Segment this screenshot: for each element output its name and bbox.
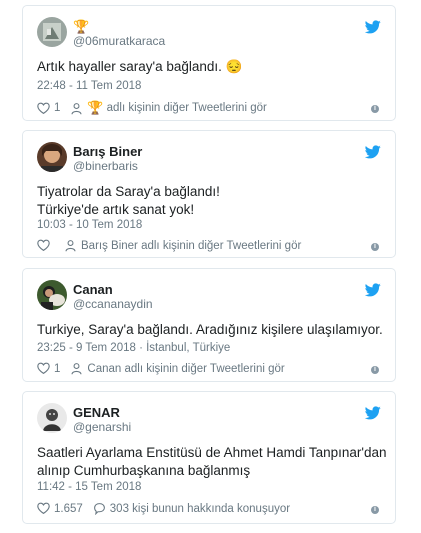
author-handle[interactable]: @binerbaris [73, 159, 138, 173]
twitter-bird-icon[interactable] [365, 145, 381, 159]
author-handle[interactable]: @genarshi [73, 420, 131, 434]
author-name[interactable]: 🏆 [73, 19, 89, 35]
tweet-line: Turkiye, Saray'a bağlandı. Aradığınız ki… [37, 322, 383, 337]
tweet-card: Canan @ccananaydin Turkiye, Saray'a bağl… [22, 268, 396, 382]
heart-icon[interactable] [37, 239, 50, 252]
replies-link[interactable]: 303 kişi bunun hakkında konuşuyor [110, 503, 290, 515]
author-name[interactable]: Canan [73, 282, 113, 297]
avatar[interactable] [37, 142, 67, 172]
info-icon[interactable]: i [371, 105, 379, 113]
author-name[interactable]: Barış Biner [73, 144, 142, 159]
more-tweets-link[interactable]: Canan adlı kişinin diğer Tweetlerini gör [87, 363, 284, 375]
tweet-text: Saatleri Ayarlama Enstitüsü de Ahmet Ham… [37, 444, 387, 480]
info-icon[interactable]: i [371, 366, 379, 374]
timestamp[interactable]: 23:25 - 9 Tem 2018 · İstanbul, Türkiye [37, 342, 230, 354]
twitter-bird-icon[interactable] [365, 20, 381, 34]
tweet-line: Tiyatrolar da Saray'a bağlandı! [37, 184, 220, 199]
avatar[interactable] [37, 17, 67, 47]
trophy-icon: 🏆 [73, 19, 90, 34]
tweet-card: Barış Biner @binerbaris Tiyatrolar da Sa… [22, 130, 396, 258]
author-name[interactable]: GENAR [73, 405, 120, 420]
reply-bubble-icon[interactable] [93, 502, 106, 515]
tweet-text: Turkiye, Saray'a bağlandı. Aradığınız ki… [37, 321, 383, 339]
heart-icon[interactable] [37, 102, 50, 115]
more-tweets-link[interactable]: Barış Biner adlı kişinin diğer Tweetleri… [81, 240, 301, 252]
avatar[interactable] [37, 280, 67, 310]
info-icon[interactable]: i [371, 243, 379, 251]
timestamp[interactable]: 10:03 - 10 Tem 2018 [37, 219, 142, 231]
tweet-text: Tiyatrolar da Saray'a bağlandı! Türkiye'… [37, 183, 383, 219]
more-tweets-link[interactable]: adlı kişinin diğer Tweetlerini gör [107, 102, 267, 114]
tweet-text: Artık hayaller saray'a bağlandı. 😔 [37, 58, 383, 76]
heart-icon[interactable] [37, 502, 50, 515]
tweet-actions: Barış Biner adlı kişinin diğer Tweetleri… [37, 239, 301, 252]
tweet-actions: 1 🏆 adlı kişinin diğer Tweetlerini gör [37, 100, 267, 116]
timestamp[interactable]: 11:42 - 15 Tem 2018 [37, 481, 141, 493]
author-handle[interactable]: @06muratkaraca [73, 34, 165, 48]
tweet-line: alınıp Cumhurbaşkanına bağlanmış [37, 463, 251, 478]
like-count: 1.657 [54, 502, 83, 515]
tweet-line: Türkiye'de artık sanat yok! [37, 202, 195, 217]
person-icon [70, 102, 83, 115]
tweet-line: Saatleri Ayarlama Enstitüsü de Ahmet Ham… [37, 445, 387, 460]
author-handle[interactable]: @ccananaydin [73, 297, 153, 311]
avatar[interactable] [37, 403, 67, 433]
tweet-card: 🏆 @06muratkaraca Artık hayaller saray'a … [22, 5, 396, 121]
like-count: 1 [54, 102, 61, 114]
trophy-icon: 🏆 [87, 100, 104, 115]
tweet-actions: 1.657 303 kişi bunun hakkında konuşuyor [37, 502, 290, 515]
info-icon[interactable]: i [371, 506, 379, 514]
twitter-bird-icon[interactable] [365, 406, 381, 420]
twitter-bird-icon[interactable] [365, 283, 381, 297]
tweet-actions: 1 Canan adlı kişinin diğer Tweetlerini g… [37, 362, 285, 375]
person-icon [70, 362, 83, 375]
heart-icon[interactable] [37, 362, 50, 375]
person-icon [64, 239, 77, 252]
tweet-line: Artık hayaller saray'a bağlandı. 😔 [37, 59, 243, 74]
tweet-card: GENAR @genarshi Saatleri Ayarlama Enstit… [22, 391, 396, 524]
like-count: 1 [54, 362, 61, 375]
timestamp[interactable]: 22:48 - 11 Tem 2018 [37, 80, 141, 92]
